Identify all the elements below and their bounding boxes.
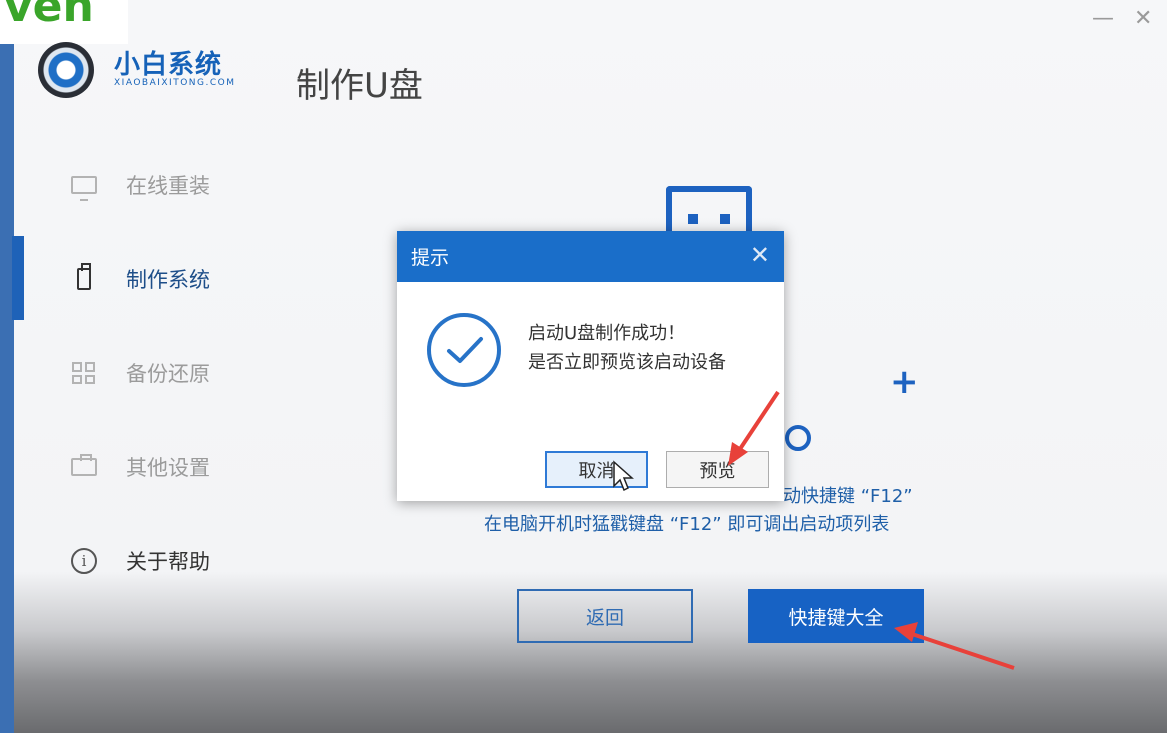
monitor-icon xyxy=(66,171,102,201)
dialog-close-button[interactable]: ✕ xyxy=(750,241,770,269)
logo-icon xyxy=(38,42,94,98)
success-check-icon xyxy=(427,313,501,387)
circle-icon xyxy=(785,425,811,451)
dialog-message-line-2: 是否立即预览该启动设备 xyxy=(528,352,726,373)
sidebar-item-about-help[interactable]: i 关于帮助 xyxy=(66,546,210,576)
dialog-message-line-1: 启动U盘制作成功！ xyxy=(528,323,686,344)
brand-subtitle: XIAOBAIXITONG.COM xyxy=(114,78,236,88)
info-icon: i xyxy=(66,547,102,575)
sidebar-item-label: 制作系统 xyxy=(126,268,210,292)
grid-icon xyxy=(66,359,102,387)
left-edge xyxy=(0,0,24,733)
sidebar-item-label: 其他设置 xyxy=(126,456,210,480)
brand-logo: 小白系统 XIAOBAIXITONG.COM xyxy=(38,40,258,100)
sidebar-item-backup-restore[interactable]: 备份还原 xyxy=(66,358,210,388)
dialog-title: 提示 xyxy=(411,247,450,269)
hotkey-hint-2: 在电脑开机时猛戳键盘 “F12” 即可调出启动项列表 xyxy=(484,514,890,535)
corner-logo: ven xyxy=(0,0,128,44)
plus-icon: + xyxy=(890,362,919,402)
usb-illustration xyxy=(666,186,752,236)
prompt-dialog: 提示 ✕ 启动U盘制作成功！ 是否立即预览该启动设备 取消 预览 xyxy=(397,231,784,501)
hotkeys-button[interactable]: 快捷键大全 xyxy=(748,589,924,643)
usb-icon xyxy=(66,263,102,293)
sidebar-item-label: 备份还原 xyxy=(126,362,210,386)
page-title: 制作U盘 xyxy=(296,66,423,106)
mouse-cursor-icon xyxy=(613,460,634,492)
hotkey-hint-1: 动快捷键 “F12” xyxy=(783,486,913,507)
sidebar-item-label: 关于帮助 xyxy=(126,550,210,574)
sidebar-item-label: 在线重装 xyxy=(126,174,210,198)
close-window-button[interactable]: ✕ xyxy=(1134,6,1152,31)
dialog-preview-button[interactable]: 预览 xyxy=(666,451,769,488)
dialog-header: 提示 ✕ xyxy=(397,231,784,282)
app-window: ven 小白系统 XIAOBAIXITONG.COM 制作U盘 — ✕ 在线重装… xyxy=(0,0,1167,733)
brand-name: 小白系统 xyxy=(114,50,223,80)
back-button[interactable]: 返回 xyxy=(517,589,693,643)
sidebar-item-other-settings[interactable]: 其他设置 xyxy=(66,452,210,482)
sidebar-item-make-system[interactable]: 制作系统 xyxy=(66,263,210,294)
minimize-button[interactable]: — xyxy=(1092,6,1114,31)
sidebar-item-online-reinstall[interactable]: 在线重装 xyxy=(66,170,210,201)
briefcase-icon xyxy=(66,453,102,481)
